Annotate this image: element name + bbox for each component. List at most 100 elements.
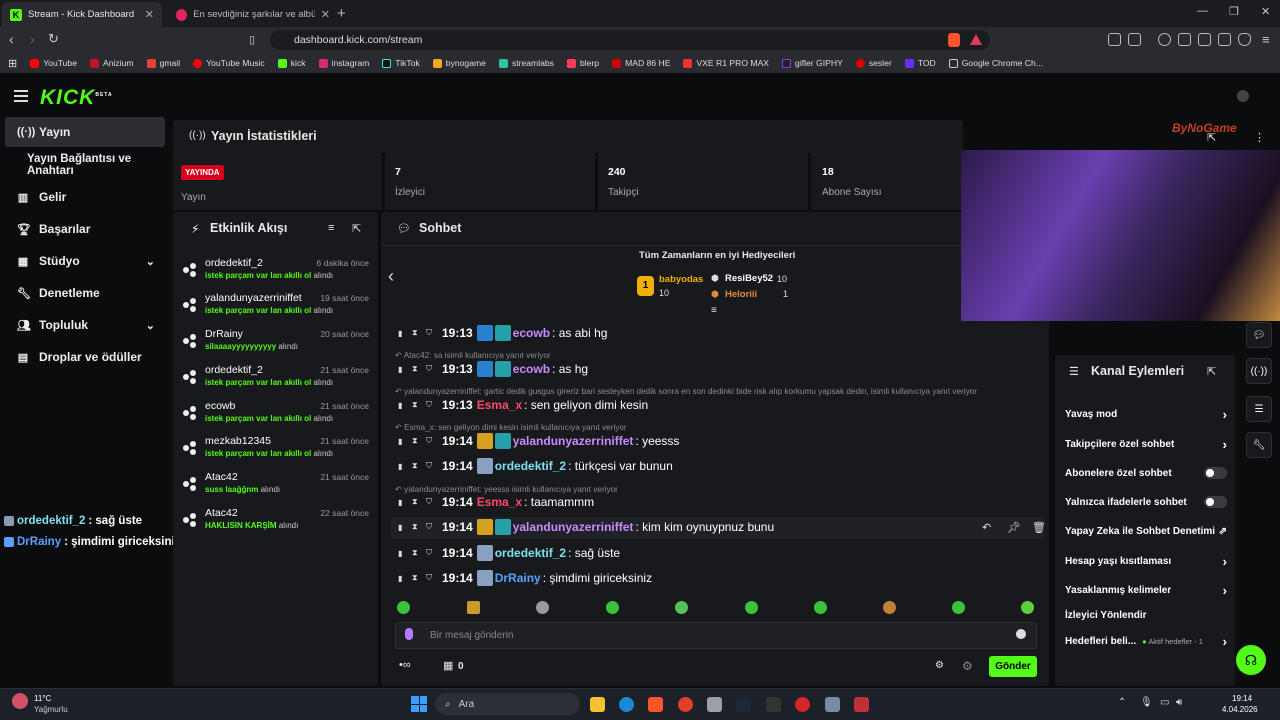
bookmark-youtube-music[interactable]: YouTube Music (193, 58, 265, 68)
emote-icon[interactable] (675, 601, 688, 614)
bookmark-kick[interactable]: kick (277, 58, 306, 68)
action-raid[interactable]: İzleyici Yönlendir (1065, 610, 1227, 621)
network-icon[interactable]: ▭ (1160, 697, 1169, 708)
emote-icon[interactable] (745, 601, 758, 614)
emote-icon[interactable] (1021, 601, 1034, 614)
activity-item[interactable]: ordedektif_2 6 dakika önce istek parçam va… (183, 257, 373, 287)
filter-icon[interactable]: ≡ (711, 305, 717, 316)
reply-icon[interactable]: ↶ (982, 521, 991, 534)
emote-only-toggle[interactable] (1204, 496, 1227, 508)
chat-message[interactable]: ▮ ⧗ ⛉ 19:13 ecowb: as hg (398, 359, 588, 379)
bookmark-giphy[interactable]: gifler GIPHY (782, 58, 843, 68)
bookmark-sesler[interactable]: sesler (855, 58, 892, 68)
pin-icon[interactable]: ▮ (398, 523, 412, 532)
timeout-icon[interactable]: ⧗ (412, 461, 426, 471)
bookmark-blerp[interactable]: blerp (566, 58, 599, 68)
ban-shield-icon[interactable]: ⛉ (426, 573, 440, 583)
kick-logo[interactable]: KICKBETA (40, 86, 113, 110)
activity-item[interactable]: ecowb 21 saat önce istek parçam var lan ak… (183, 400, 373, 430)
activity-item[interactable]: Atac42 22 saat önce HAKLISIN KARŞİM alındı (183, 507, 373, 537)
filter-icon[interactable]: ≡ (328, 222, 334, 234)
microphone-icon[interactable] (405, 628, 413, 640)
timeout-icon[interactable]: ⧗ (412, 497, 426, 507)
list-tool-button[interactable]: ☰ (1246, 396, 1272, 422)
avatar[interactable] (1237, 90, 1249, 102)
ban-shield-icon[interactable]: ⛉ (426, 522, 440, 532)
menu-icon[interactable]: ≡ (1262, 32, 1270, 47)
volume-icon[interactable]: 🔊︎ (1176, 697, 1182, 708)
activity-item[interactable]: DrRainy 20 saat önce silaaaayyyyyyyyyy alı… (183, 328, 373, 358)
pin-icon[interactable]: ▮ (398, 437, 412, 446)
bookmark-icon[interactable]: ▯ (249, 33, 255, 46)
taskbar-search[interactable]: ⌕ Ara (435, 693, 580, 715)
bookmark-mad86[interactable]: MAD 86 HE (612, 58, 670, 68)
sidebar-item-droplar[interactable]: ▤ Droplar ve ödüller (5, 342, 165, 372)
settings-gear-icon[interactable]: ⚙︎ (962, 659, 973, 673)
sidebar-item-stream-key[interactable]: Yayın Bağlantısı ve Anahtarı (5, 150, 165, 180)
chat-message[interactable]: ▮ ⧗ ⛉ 19:14 yalandunyazerriniffet: kim kim o… (398, 517, 774, 537)
sidebar-item-yayin[interactable]: ((·)) Yayın (5, 117, 165, 147)
emote-icon[interactable] (536, 601, 549, 614)
chat-message[interactable]: ▮ ⧗ ⛉ 19:14 Esma_x: taamammm (398, 492, 594, 512)
pin-icon[interactable]: ▮ (398, 365, 412, 374)
message-user[interactable]: DrRainy (495, 571, 541, 585)
pin-icon[interactable]: ▮ (398, 401, 412, 410)
sidebar-item-topluluk[interactable]: 👥︎ Topluluk ⌄ (5, 310, 165, 340)
windows-start-icon[interactable] (411, 696, 427, 712)
bookmark-instagram[interactable]: instagram (318, 58, 369, 68)
maximize-button[interactable]: ❐ (1229, 5, 1239, 18)
bookmark-bynogame[interactable]: bynogame (432, 58, 486, 68)
ban-shield-icon[interactable]: ⛉ (426, 548, 440, 558)
emoji-icon[interactable] (1016, 629, 1026, 639)
ban-shield-icon[interactable]: ⛉ (426, 461, 440, 471)
file-explorer-icon[interactable] (590, 697, 605, 712)
pin-icon[interactable]: ▮ (398, 462, 412, 471)
activity-item[interactable]: yalandunyazerriniffet 19 saat önce istek p… (183, 292, 373, 322)
message-user[interactable]: ordedektif_2 (495, 546, 566, 560)
message-user[interactable]: ordedektif_2 (495, 459, 566, 473)
timeout-icon[interactable]: ⧗ (412, 328, 426, 338)
action-slow-mode[interactable]: Yavaş mod › (1065, 407, 1227, 422)
emote-icon[interactable] (467, 601, 480, 614)
activity-item[interactable]: ordedektif_2 21 saat önce istek parçam var… (183, 364, 373, 394)
timeout-icon[interactable]: ⧗ (412, 364, 426, 374)
extension-icon[interactable] (1108, 33, 1121, 46)
apps-grid-icon[interactable]: ⊞ (8, 57, 17, 70)
message-user[interactable]: ecowb (513, 362, 550, 376)
chat-message[interactable]: ▮ ⧗ ⛉ 19:14 ordedektif_2: sağ üste (398, 543, 620, 563)
bookmark-vxe[interactable]: VXE R1 PRO MAX (683, 58, 769, 68)
chrome-icon[interactable] (678, 697, 693, 712)
brave-shield-icon[interactable] (948, 33, 960, 47)
forward-button[interactable]: › (30, 31, 35, 47)
chat-message[interactable]: ▮ ⧗ ⛉ 19:14 DrRainy: şimdimi giriceksiniz (398, 568, 652, 588)
back-button[interactable]: ‹ (9, 31, 14, 47)
sidebar-item-denetleme[interactable]: 🔧︎ Denetleme (5, 278, 165, 308)
bookmark-tiktok[interactable]: TikTok (382, 58, 420, 68)
sidebar-toggle-icon[interactable] (1178, 33, 1191, 46)
message-user[interactable]: Esma_x (477, 495, 522, 509)
popout-icon[interactable]: ⇱ (1207, 365, 1216, 378)
pin-icon[interactable]: ▮ (398, 549, 412, 558)
ban-shield-icon[interactable]: ⛉ (426, 400, 440, 410)
message-user[interactable]: yalandunyazerriniffet (513, 434, 634, 448)
pin-icon[interactable]: ▮ (398, 329, 412, 338)
ban-shield-icon[interactable]: ⛉ (426, 436, 440, 446)
more-icon[interactable]: ⋮ (1254, 131, 1265, 144)
send-button[interactable]: Gönder (989, 656, 1037, 677)
action-goals[interactable]: Hedefleri beli... ● Aktif hedefler - 1 › (1065, 634, 1227, 649)
epic-games-icon[interactable] (766, 697, 781, 712)
app-icon[interactable] (795, 697, 810, 712)
tab-kick-dashboard[interactable]: K Stream - Kick Dashboard ✕ (2, 2, 162, 27)
tab-youtube-music[interactable]: En sevdiğiniz şarkılar ve albümleri din … (168, 2, 338, 27)
emote-icon[interactable] (883, 601, 896, 614)
sidebar-item-basarilar[interactable]: 🏆︎ Başarılar (5, 214, 165, 244)
steam-icon[interactable] (736, 697, 751, 712)
timeout-icon[interactable]: ⧗ (412, 522, 426, 532)
chat-message[interactable]: ▮ ⧗ ⛉ 19:14 yalandunyazerriniffet: yeesss (398, 431, 679, 451)
pin-icon[interactable]: ▮ (398, 498, 412, 507)
bookmark-chrome-folder[interactable]: Google Chrome Ch... (948, 58, 1043, 68)
bookmark-streamlabs[interactable]: streamlabs (498, 58, 554, 68)
ban-shield-icon[interactable]: ⛉ (426, 328, 440, 338)
timeout-icon[interactable]: ⧗ (412, 400, 426, 410)
brave-rewards-icon[interactable] (970, 34, 982, 45)
